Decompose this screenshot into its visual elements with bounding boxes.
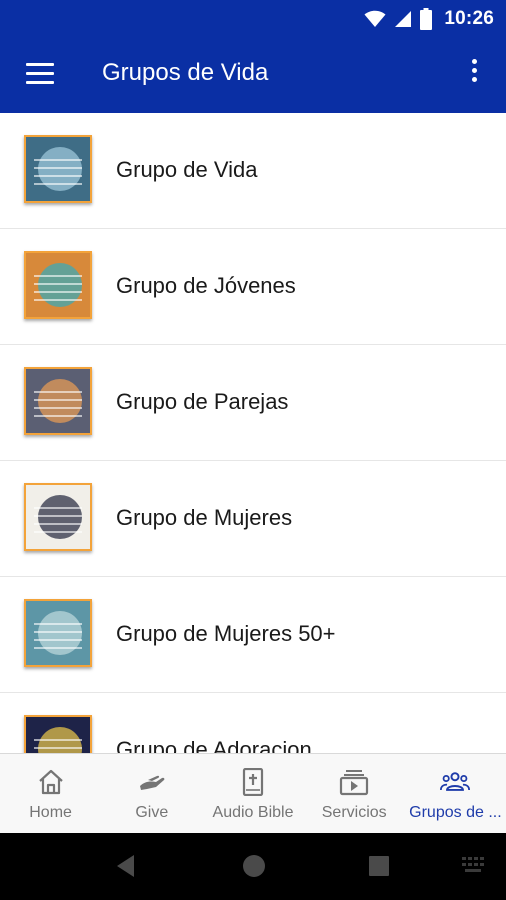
list-item-label: Grupo de Mujeres 50+ (116, 621, 336, 646)
wifi-icon (364, 10, 386, 27)
home-icon (38, 769, 63, 795)
list-item-label: Grupo de Vida (116, 157, 258, 182)
nav-item-grupos[interactable]: Grupos de ... (405, 754, 506, 834)
status-time: 10:26 (444, 8, 494, 29)
group-thumbnail (24, 251, 92, 319)
battery-icon (420, 8, 433, 30)
nav-label-servicios: Servicios (321, 804, 387, 821)
nav-item-servicios[interactable]: Servicios (304, 754, 405, 834)
nav-item-give[interactable]: Give (101, 754, 202, 834)
signal-icon (395, 11, 412, 27)
list-item[interactable]: Grupo de Mujeres 50+ (0, 577, 506, 693)
video-play-icon (340, 770, 369, 796)
nav-item-audio-bible[interactable]: Audio Bible (202, 754, 303, 834)
nav-item-home[interactable]: Home (0, 754, 101, 834)
back-icon[interactable] (114, 853, 138, 879)
status-icons: 10:26 (364, 7, 494, 31)
list-item[interactable]: Grupo de Jóvenes (0, 229, 506, 345)
more-vert-icon[interactable] (462, 59, 486, 91)
nav-label-grupos: Grupos de ... (409, 804, 502, 821)
group-thumbnail (24, 135, 92, 203)
home-circle-icon[interactable] (242, 853, 266, 879)
group-thumbnail (24, 483, 92, 551)
group-thumbnail (24, 715, 92, 753)
recents-icon[interactable] (368, 855, 390, 877)
list-item-label: Grupo de Adoracion (116, 737, 312, 753)
list-item[interactable]: Grupo de Parejas (0, 345, 506, 461)
list-item-label: Grupo de Mujeres (116, 505, 293, 530)
app-bar: Grupos de Vida (0, 37, 506, 113)
bible-icon (242, 768, 264, 796)
status-bar: 10:26 (0, 0, 506, 37)
list-item-label: Grupo de Jóvenes (116, 273, 296, 298)
groups-list[interactable]: Grupo de Vida Grupo de Jóvenes Grupo de Pa… (0, 113, 506, 753)
list-item-label: Grupo de Parejas (116, 389, 289, 414)
keyboard-icon[interactable] (462, 857, 488, 875)
give-hand-icon (139, 775, 165, 790)
nav-label-home: Home (29, 804, 72, 821)
group-thumbnail (24, 599, 92, 667)
groups-icon (440, 772, 471, 791)
list-item[interactable]: Grupo de Mujeres (0, 461, 506, 577)
hamburger-menu-icon[interactable] (26, 63, 54, 87)
group-thumbnail (24, 367, 92, 435)
nav-label-audio-bible: Audio Bible (212, 804, 294, 821)
list-item[interactable]: Grupo de Adoracion (0, 693, 506, 753)
page-title: Grupos de Vida (102, 59, 269, 86)
nav-label-give: Give (135, 804, 169, 821)
bottom-navigation: Home Give Audio Bible Servicios Grupos d… (0, 753, 506, 834)
list-item[interactable]: Grupo de Vida (0, 113, 506, 229)
system-navigation-bar (0, 833, 506, 900)
